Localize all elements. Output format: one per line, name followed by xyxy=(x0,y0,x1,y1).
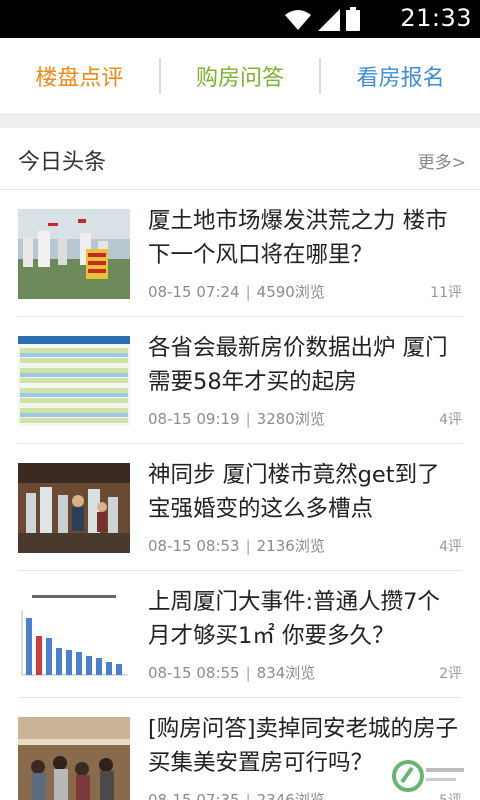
news-comments: 4评 xyxy=(439,412,462,428)
news-item[interactable]: 各省会最新房价数据出炉 厦门需要58年才买的起房 08-15 09:19 | 328… xyxy=(18,317,462,444)
status-time: 21:33 xyxy=(400,4,472,32)
news-item[interactable]: 上周厦门大事件:普通人攒7个月才够买1㎡ 你要多久？ 08-15 08:55 | 8… xyxy=(18,571,462,698)
news-meta: 08-15 08:55 | 834浏览 xyxy=(148,664,316,682)
news-thumbnail xyxy=(18,590,130,680)
headlines-header: 今日头条 更多> xyxy=(0,128,480,190)
news-item[interactable]: 神同步 厦门楼市竟然get到了宝强婚变的这么多槽点 08-15 08:53 | 21… xyxy=(18,444,462,571)
section-title: 今日头条 xyxy=(18,150,107,175)
news-comments: 2评 xyxy=(439,666,462,682)
watermark-logo-icon xyxy=(392,760,464,792)
news-comments: 11评 xyxy=(430,285,462,301)
news-list: 厦土地市场爆发洪荒之力 楼市下一个风口将在哪里？ 08-15 07:24 | 459… xyxy=(0,190,480,800)
news-item[interactable]: 厦土地市场爆发洪荒之力 楼市下一个风口将在哪里？ 08-15 07:24 | 459… xyxy=(18,190,462,317)
news-meta: 08-15 07:35 | 2346浏览 xyxy=(148,789,325,800)
news-date: 08-15 07:24 xyxy=(148,283,240,301)
news-title: 厦土地市场爆发洪荒之力 楼市下一个风口将在哪里？ xyxy=(148,208,448,268)
news-views: 4590浏览 xyxy=(256,283,325,301)
news-thumbnail xyxy=(18,336,130,426)
news-date: 08-15 08:55 xyxy=(148,664,240,682)
news-thumbnail xyxy=(18,717,130,800)
tab-viewing-signup[interactable]: 看房报名 xyxy=(321,60,480,92)
news-comments: 4评 xyxy=(439,539,462,555)
news-date: 08-15 07:35 xyxy=(148,791,240,800)
news-date: 08-15 09:19 xyxy=(148,410,240,428)
section-gap xyxy=(0,114,480,128)
news-views: 2346浏览 xyxy=(256,791,325,800)
tab-property-review[interactable]: 楼盘点评 xyxy=(0,60,159,92)
news-title: 各省会最新房价数据出炉 厦门需要58年才买的起房 xyxy=(148,335,448,395)
news-meta: 08-15 09:19 | 3280浏览 xyxy=(148,410,325,428)
battery-icon xyxy=(346,7,360,31)
signal-icon xyxy=(318,9,340,31)
tab-buying-qa[interactable]: 购房问答 xyxy=(161,60,320,92)
news-date: 08-15 08:53 xyxy=(148,537,240,555)
news-meta: 08-15 08:53 | 2136浏览 xyxy=(148,537,325,555)
news-views: 834浏览 xyxy=(256,664,316,682)
news-title: 上周厦门大事件:普通人攒7个月才够买1㎡ 你要多久？ xyxy=(148,589,440,649)
news-thumbnail xyxy=(18,209,130,299)
news-thumbnail xyxy=(18,463,130,553)
wifi-icon xyxy=(285,10,311,30)
news-views: 3280浏览 xyxy=(256,410,325,428)
more-link[interactable]: 更多> xyxy=(418,148,466,173)
news-title: 神同步 厦门楼市竟然get到了宝强婚变的这么多槽点 xyxy=(148,462,440,522)
top-nav: 楼盘点评 购房问答 看房报名 xyxy=(0,38,480,114)
status-bar: 21:33 xyxy=(0,0,480,38)
news-views: 2136浏览 xyxy=(256,537,325,555)
news-meta: 08-15 07:24 | 4590浏览 xyxy=(148,283,325,301)
